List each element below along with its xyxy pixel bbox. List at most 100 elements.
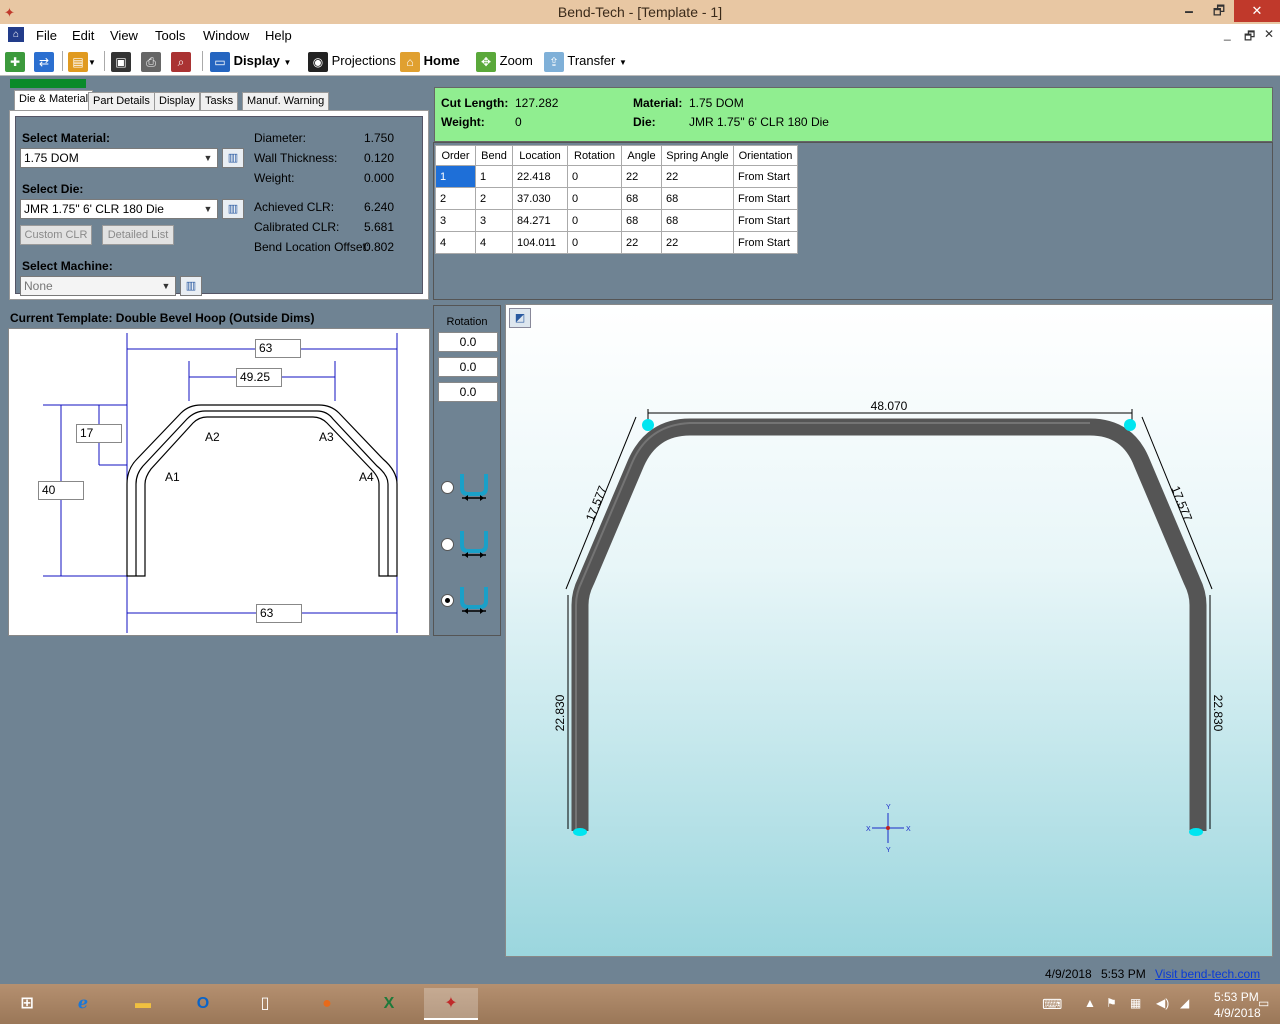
col-order[interactable]: Order [435, 145, 476, 166]
table-row[interactable]: 4 4 104.011 0 22 22 From Start [435, 231, 798, 254]
tube-start-marker[interactable] [573, 828, 587, 836]
zoom-button[interactable]: ✥ Zoom [476, 50, 533, 72]
display-button[interactable]: ▭ Display ▼ [210, 50, 291, 72]
table-row[interactable]: 1 1 22.418 0 22 22 From Start [435, 165, 798, 188]
col-rotation[interactable]: Rotation [567, 145, 622, 166]
mdi-minimize-button[interactable]: _ [1224, 27, 1231, 41]
die-library-button[interactable]: ▥ [222, 199, 244, 219]
table-cell[interactable]: 3 [475, 209, 513, 232]
taskbar-document[interactable]: ▯ [238, 988, 292, 1020]
rotation-input-1[interactable]: 0.0 [438, 332, 498, 352]
table-cell[interactable]: 22 [621, 231, 662, 254]
table-cell[interactable]: 84.271 [512, 209, 568, 232]
custom-clr-button[interactable]: Custom CLR [20, 225, 92, 245]
taskbar-firefox[interactable]: ● [300, 988, 354, 1020]
mdi-restore-button[interactable]: 🗗 [1244, 27, 1255, 48]
tab-tasks[interactable]: Tasks [200, 92, 239, 110]
flag-icon[interactable]: ⚑ [1106, 996, 1117, 1010]
col-angle[interactable]: Angle [621, 145, 662, 166]
table-cell[interactable]: 3 [435, 209, 476, 232]
table-cell[interactable]: 104.011 [512, 231, 568, 254]
bevel-height-input[interactable]: 17 [76, 424, 122, 443]
print-icon[interactable]: ⎙ [141, 51, 161, 72]
tab-manuf-warning[interactable]: Manuf. Warning [242, 92, 330, 110]
bottom-width-input[interactable]: 63 [256, 604, 302, 623]
machine-library-button[interactable]: ▥ [180, 276, 202, 296]
col-bend[interactable]: Bend [475, 145, 513, 166]
volume-icon[interactable]: ◀) [1156, 996, 1169, 1010]
material-library-button[interactable]: ▥ [222, 148, 244, 168]
taskbar-time[interactable]: 5:53 PM [1214, 990, 1259, 1004]
table-cell[interactable]: 22.418 [512, 165, 568, 188]
machine-select[interactable]: None ▼ [20, 276, 176, 296]
print-preview-icon[interactable]: ⌕ [171, 51, 191, 72]
start-button[interactable]: ⊞ [0, 988, 54, 1020]
taskbar-bend-tech[interactable]: ✦ [424, 988, 478, 1020]
table-cell[interactable]: 1 [475, 165, 513, 188]
notification-icon[interactable]: ▭ [1258, 996, 1269, 1010]
3d-viewport[interactable]: ◩ 48.070 17.577 17.577 22.830 22.830 X X… [505, 304, 1273, 957]
table-cell[interactable]: 4 [475, 231, 513, 254]
wifi-icon[interactable]: ◢ [1180, 996, 1189, 1010]
chevron-up-icon[interactable]: ▲ [1084, 996, 1096, 1010]
table-cell[interactable]: From Start [733, 187, 798, 210]
projections-button[interactable]: ◉ Projections [308, 50, 396, 72]
tab-display[interactable]: Display [154, 92, 201, 110]
tab-part-details[interactable]: Part Details [88, 92, 155, 110]
mdi-close-button[interactable]: ✕ [1264, 27, 1274, 41]
keyboard-icon[interactable]: ⌨ [1042, 996, 1062, 1013]
die-orientation-icon-3[interactable] [458, 583, 492, 617]
inner-width-input[interactable]: 49.25 [236, 368, 282, 387]
system-menu-icon[interactable]: ⌂ [8, 27, 24, 42]
table-cell[interactable]: 0 [567, 231, 622, 254]
orientation-radio-2[interactable] [441, 538, 454, 551]
network-icon[interactable]: ▦ [1130, 996, 1141, 1010]
open-folder-icon[interactable]: ▤ [68, 51, 88, 72]
table-cell[interactable]: 68 [661, 209, 734, 232]
tube-end-marker[interactable] [1189, 828, 1203, 836]
table-cell[interactable]: 0 [567, 165, 622, 188]
save-icon[interactable]: ▣ [111, 51, 131, 72]
table-cell[interactable]: 0 [567, 209, 622, 232]
col-location[interactable]: Location [512, 145, 568, 166]
taskbar-outlook[interactable]: O [176, 988, 230, 1020]
die-orientation-icon-1[interactable] [458, 470, 492, 504]
minimize-button[interactable]: 🗕 [1174, 0, 1204, 22]
table-cell[interactable]: 37.030 [512, 187, 568, 210]
table-cell[interactable]: 68 [621, 209, 662, 232]
table-cell[interactable]: 2 [435, 187, 476, 210]
table-cell[interactable]: 68 [621, 187, 662, 210]
table-cell[interactable]: 68 [661, 187, 734, 210]
col-orientation[interactable]: Orientation [733, 145, 798, 166]
top-width-input[interactable]: 63 [255, 339, 301, 358]
taskbar-date[interactable]: 4/9/2018 [1214, 1006, 1261, 1020]
maximize-button[interactable]: 🗗 [1204, 0, 1234, 22]
menu-window[interactable]: Window [203, 28, 249, 43]
col-spring-angle[interactable]: Spring Angle [661, 145, 734, 166]
table-cell[interactable]: 22 [661, 165, 734, 188]
table-cell[interactable]: 2 [475, 187, 513, 210]
tab-die-material[interactable]: Die & Material [14, 90, 94, 111]
chevron-down-icon[interactable]: ▼ [88, 58, 96, 67]
taskbar-excel[interactable]: X [362, 988, 416, 1020]
bend-marker-2[interactable] [642, 419, 654, 431]
orientation-radio-1[interactable] [441, 481, 454, 494]
menu-view[interactable]: View [110, 28, 138, 43]
table-row[interactable]: 3 3 84.271 0 68 68 From Start [435, 209, 798, 232]
table-cell[interactable]: 0 [567, 187, 622, 210]
table-cell[interactable]: 22 [621, 165, 662, 188]
die-select[interactable]: JMR 1.75" 6' CLR 180 Die ▼ [20, 199, 218, 219]
home-button[interactable]: ⌂ Home [400, 50, 460, 72]
table-cell[interactable]: From Start [733, 231, 798, 254]
taskbar-explorer[interactable]: ▬ [116, 988, 170, 1020]
detailed-list-button[interactable]: Detailed List [102, 225, 174, 245]
orientation-radio-3[interactable] [441, 594, 454, 607]
rotation-input-3[interactable]: 0.0 [438, 382, 498, 402]
material-select[interactable]: 1.75 DOM ▼ [20, 148, 218, 168]
table-cell[interactable]: 1 [435, 165, 476, 188]
menu-tools[interactable]: Tools [155, 28, 185, 43]
taskbar-ie[interactable]: ℯ [56, 988, 110, 1020]
close-button[interactable]: ✕ [1234, 0, 1280, 22]
transfer-button[interactable]: ⇪ Transfer ▼ [544, 50, 627, 72]
bend-tech-link[interactable]: Visit bend-tech.com [1155, 967, 1260, 981]
